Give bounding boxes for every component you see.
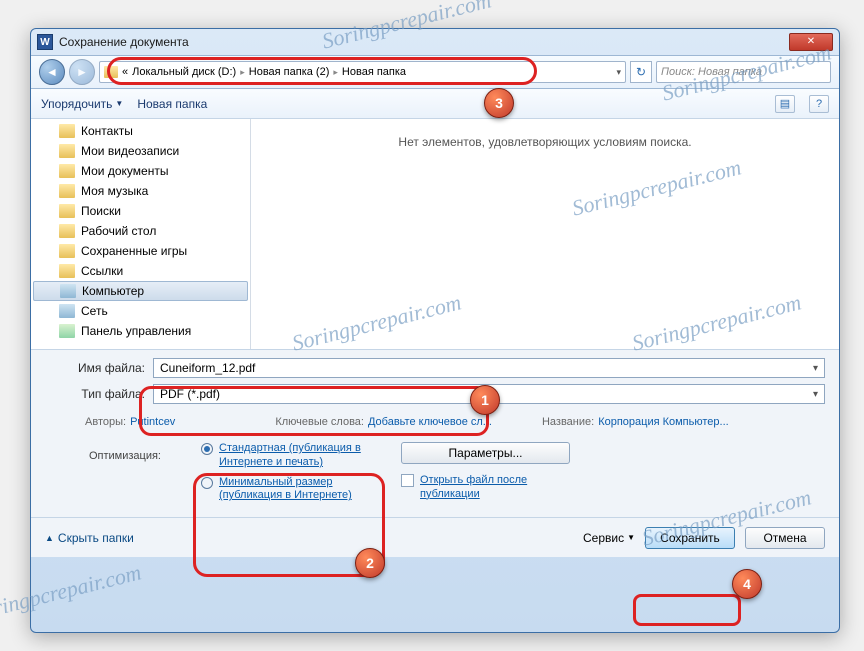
chevron-right-icon: ▸: [240, 67, 245, 78]
annotation-box-4: [633, 594, 741, 626]
tree-item-controlpanel[interactable]: Панель управления: [31, 321, 250, 341]
tree-item[interactable]: Мои документы: [31, 161, 250, 181]
keywords-label: Ключевые слова:: [275, 416, 364, 428]
filetype-select[interactable]: PDF (*.pdf): [153, 384, 825, 404]
tree-item-label: Панель управления: [81, 324, 191, 338]
tree-item-label: Компьютер: [82, 284, 144, 298]
breadcrumb-part[interactable]: Локальный диск (D:): [132, 66, 236, 78]
optimization-radios: Стандартная (публикация в Интернете и пе…: [201, 442, 361, 503]
open-after-checkbox[interactable]: [401, 474, 414, 487]
tree-item-label: Ссылки: [81, 264, 123, 278]
organize-button[interactable]: Упорядочить ▼: [41, 97, 123, 111]
optimization-label: Оптимизация:: [61, 442, 161, 462]
tree-item[interactable]: Рабочий стол: [31, 221, 250, 241]
chevron-down-icon: ▼: [115, 99, 123, 108]
tree-item-label: Сохраненные игры: [81, 244, 187, 258]
folder-icon: [59, 124, 75, 138]
filetype-label: Тип файла:: [45, 387, 145, 401]
tree-item[interactable]: Ссылки: [31, 261, 250, 281]
tree-item[interactable]: Сохраненные игры: [31, 241, 250, 261]
tree-item-label: Сеть: [81, 304, 108, 318]
folder-icon: [59, 144, 75, 158]
back-button[interactable]: ◄: [39, 59, 65, 85]
save-dialog-window: W Сохранение документа ✕ ◄ ► « Локальный…: [30, 28, 840, 633]
title-value[interactable]: Корпорация Компьютер...: [598, 416, 729, 428]
tree-item[interactable]: Мои видеозаписи: [31, 141, 250, 161]
save-form: Имя файла: Cuneiform_12.pdf Тип файла: P…: [31, 349, 839, 517]
folder-icon: [59, 264, 75, 278]
folder-icon: [104, 66, 118, 78]
tree-item-computer[interactable]: Компьютер: [33, 281, 248, 301]
new-folder-button[interactable]: Новая папка: [137, 97, 207, 111]
tree-item-label: Рабочий стол: [81, 224, 156, 238]
radio-label: Минимальный размер (публикация в Интерне…: [219, 476, 361, 504]
filename-input[interactable]: Cuneiform_12.pdf: [153, 358, 825, 378]
open-after-label: Открыть файл после публикации: [420, 474, 570, 502]
word-icon: W: [37, 34, 53, 50]
search-placeholder: Поиск: Новая папка: [661, 66, 762, 78]
titlebar: W Сохранение документа ✕: [31, 29, 839, 55]
hide-folders-label: Скрыть папки: [58, 531, 134, 545]
help-button[interactable]: ?: [809, 95, 829, 113]
chevron-down-icon: ▼: [627, 533, 635, 542]
forward-button[interactable]: ►: [69, 59, 95, 85]
close-button[interactable]: ✕: [789, 33, 833, 51]
organize-label: Упорядочить: [41, 97, 112, 111]
tree-item[interactable]: Моя музыка: [31, 181, 250, 201]
empty-message: Нет элементов, удовлетворяющих условиям …: [398, 135, 691, 149]
window-title: Сохранение документа: [59, 35, 789, 49]
toolbar: Упорядочить ▼ Новая папка ▤ ?: [31, 89, 839, 119]
breadcrumb-part[interactable]: Новая папка: [342, 66, 406, 78]
control-panel-icon: [59, 324, 75, 338]
save-button[interactable]: Сохранить: [645, 527, 735, 549]
tools-menu[interactable]: Сервис ▼: [583, 531, 635, 545]
authors-value[interactable]: Putintcev: [130, 416, 175, 428]
chevron-up-icon: ▲: [45, 533, 54, 543]
tree-item-network[interactable]: Сеть: [31, 301, 250, 321]
radio-icon: [201, 477, 213, 489]
tree-item[interactable]: Контакты: [31, 121, 250, 141]
folder-tree[interactable]: Контакты Мои видеозаписи Мои документы М…: [31, 119, 251, 349]
breadcrumb-part[interactable]: Новая папка (2): [249, 66, 330, 78]
folder-icon: [59, 244, 75, 258]
tree-item-label: Моя музыка: [81, 184, 148, 198]
navigation-bar: ◄ ► « Локальный диск (D:) ▸ Новая папка …: [31, 55, 839, 89]
radio-standard[interactable]: Стандартная (публикация в Интернете и пе…: [201, 442, 361, 470]
parameters-button[interactable]: Параметры...: [401, 442, 570, 464]
cancel-button[interactable]: Отмена: [745, 527, 825, 549]
tools-label: Сервис: [583, 531, 624, 545]
body-area: Контакты Мои видеозаписи Мои документы М…: [31, 119, 839, 349]
radio-icon: [201, 443, 213, 455]
network-icon: [59, 304, 75, 318]
dialog-footer: ▲ Скрыть папки Сервис ▼ Сохранить Отмена: [31, 517, 839, 557]
folder-icon: [59, 164, 75, 178]
tree-item[interactable]: Поиски: [31, 201, 250, 221]
filename-value: Cuneiform_12.pdf: [160, 361, 255, 375]
folder-icon: [59, 204, 75, 218]
folder-icon: [59, 224, 75, 238]
filename-label: Имя файла:: [45, 361, 145, 375]
breadcrumb[interactable]: « Локальный диск (D:) ▸ Новая папка (2) …: [99, 61, 626, 83]
metadata-row: Авторы: Putintcev Ключевые слова: Добавь…: [45, 410, 825, 434]
computer-icon: [60, 284, 76, 298]
folder-icon: [59, 184, 75, 198]
breadcrumb-prefix: «: [122, 66, 128, 78]
chevron-right-icon: ▸: [333, 67, 338, 78]
radio-minimal[interactable]: Минимальный размер (публикация в Интерне…: [201, 476, 361, 504]
tree-item-label: Контакты: [81, 124, 133, 138]
radio-label: Стандартная (публикация в Интернете и пе…: [219, 442, 361, 470]
chevron-down-icon[interactable]: ▾: [616, 67, 621, 78]
hide-folders-button[interactable]: ▲ Скрыть папки: [45, 531, 134, 545]
authors-label: Авторы:: [85, 416, 126, 428]
refresh-button[interactable]: ↻: [630, 61, 652, 83]
keywords-value[interactable]: Добавьте ключевое сл...: [368, 416, 492, 428]
tree-item-label: Мои документы: [81, 164, 168, 178]
view-button[interactable]: ▤: [775, 95, 795, 113]
search-input[interactable]: Поиск: Новая папка: [656, 61, 831, 83]
file-list-area: Нет элементов, удовлетворяющих условиям …: [251, 119, 839, 349]
tree-item-label: Мои видеозаписи: [81, 144, 179, 158]
title-label: Название:: [542, 416, 594, 428]
filetype-value: PDF (*.pdf): [160, 387, 220, 401]
tree-item-label: Поиски: [81, 204, 121, 218]
